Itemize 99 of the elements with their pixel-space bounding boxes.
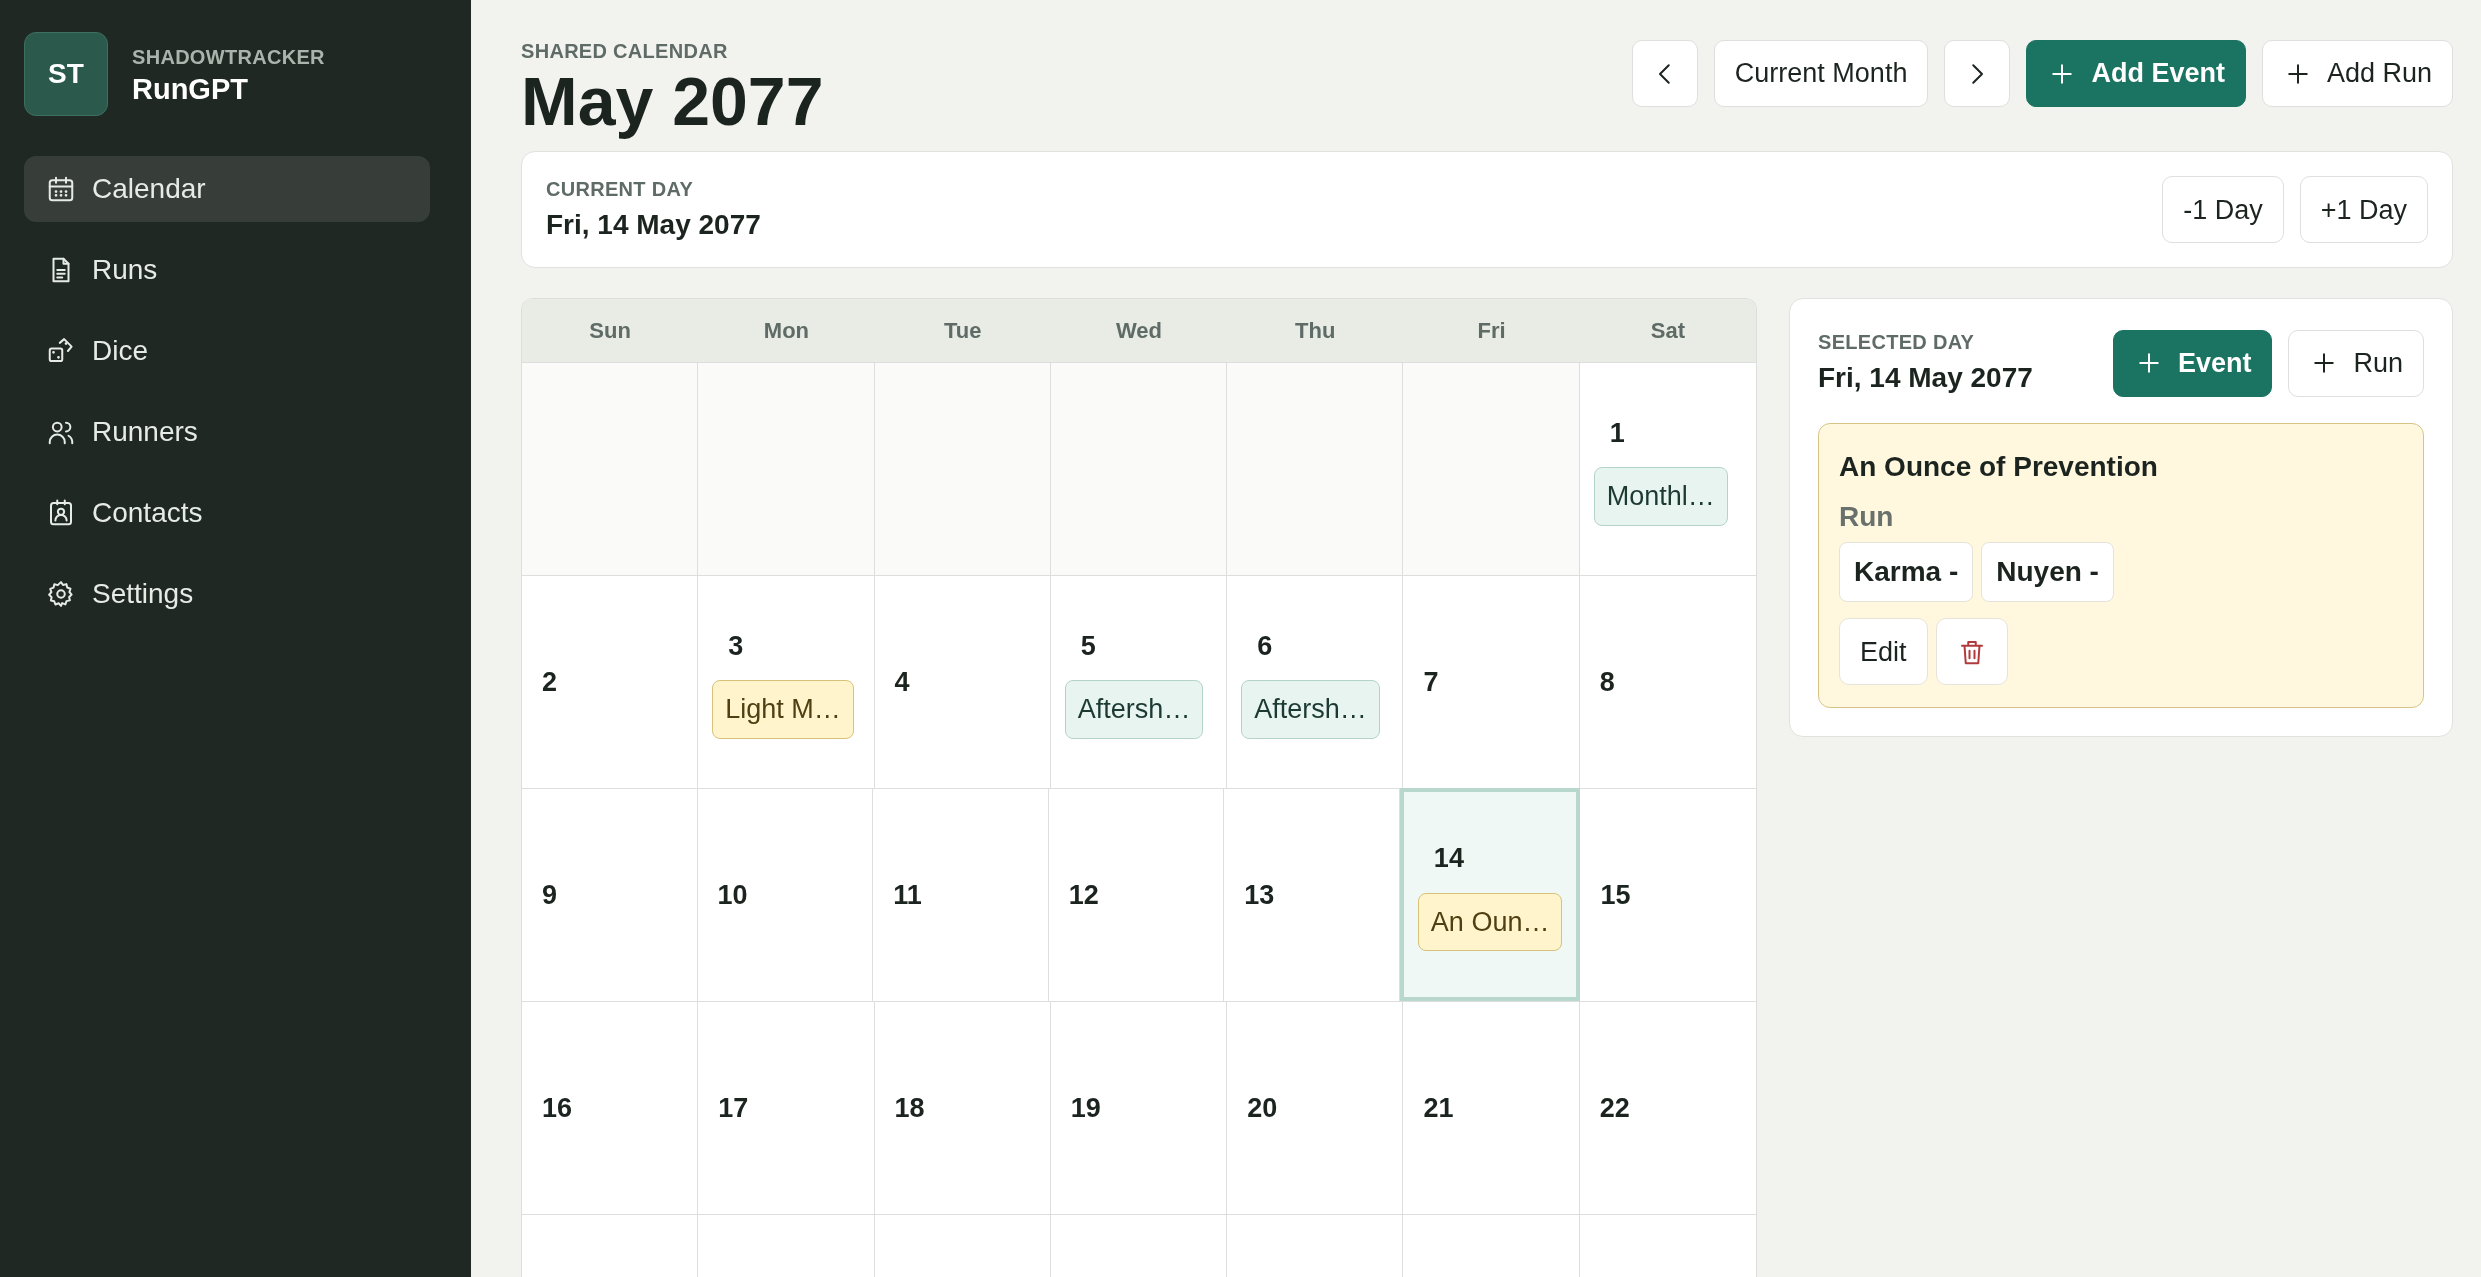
day-number: 6 <box>1256 629 1273 663</box>
edit-button[interactable]: Edit <box>1839 618 1928 686</box>
calendar-cell[interactable] <box>698 1214 875 1277</box>
calendar-cell[interactable]: 6 Aftersh… <box>1227 575 1404 789</box>
calendar-cell[interactable]: 1 Monthl… <box>1579 362 1756 576</box>
day-number: 2 <box>541 666 558 700</box>
weekday-label: Fri <box>1476 317 1507 346</box>
calendar-cell[interactable] <box>1403 362 1580 576</box>
calendar-cell[interactable]: 2 <box>522 575 699 789</box>
current-day-label: CURRENT DAY <box>546 176 695 202</box>
calendar-cell[interactable] <box>522 362 699 576</box>
day-number: 11 <box>892 879 922 913</box>
day-number: 1 <box>1608 416 1625 450</box>
calendar-cell[interactable] <box>698 362 875 576</box>
delete-button[interactable] <box>1935 618 2008 686</box>
current-month-button[interactable]: Current Month <box>1713 40 1929 107</box>
calendar-cell[interactable]: 14 An Oun… <box>1399 788 1581 1002</box>
day-number: 14 <box>1432 842 1464 876</box>
calendar-cell[interactable]: 4 <box>874 575 1051 789</box>
calendar-cell[interactable] <box>874 1214 1051 1277</box>
weekday-label: Tue <box>942 317 983 346</box>
calendar-cell[interactable]: 3 Light M… <box>698 575 875 789</box>
selected-date: Fri, 14 May 2077 <box>1818 361 2033 396</box>
calendar-cell[interactable] <box>522 1214 699 1277</box>
calendar-cell[interactable]: 11 <box>873 788 1049 1002</box>
calendar-cell[interactable]: 17 <box>698 1001 875 1215</box>
logo-badge: ST <box>24 32 108 116</box>
current-date: Fri, 14 May 2077 <box>546 207 761 242</box>
weekday-label: Wed <box>1114 317 1163 346</box>
add-event-button[interactable]: Add Event <box>2026 40 2246 107</box>
day-number: 12 <box>1067 879 1099 913</box>
event-chip[interactable]: Aftersh… <box>1064 680 1204 739</box>
day-number: 4 <box>893 666 910 700</box>
weekday-label: Sat <box>1649 317 1686 346</box>
calendar-cell[interactable]: 8 <box>1579 575 1756 789</box>
calendar-cell[interactable]: 16 <box>522 1001 699 1215</box>
event-title: An Ounce of Prevention <box>1839 450 2159 485</box>
page-title: May 2077 <box>521 66 824 138</box>
selected-day-label: SELECTED DAY <box>1818 330 1976 356</box>
day-number: 3 <box>727 629 744 663</box>
calendar-cell[interactable]: 20 <box>1227 1001 1404 1215</box>
day-number: 20 <box>1246 1092 1278 1126</box>
day-number: 13 <box>1243 879 1275 913</box>
calendar-cell[interactable]: 10 <box>697 788 874 1002</box>
calendar-cell[interactable]: 9 <box>522 788 698 1002</box>
day-number: 19 <box>1069 1092 1101 1126</box>
calendar-cell[interactable]: 13 <box>1224 788 1400 1002</box>
calendar-cell[interactable]: 5 Aftersh… <box>1050 575 1228 789</box>
day-number: 21 <box>1422 1092 1454 1126</box>
nav-item[interactable]: Calendar <box>24 156 430 222</box>
weekday-label: Thu <box>1294 317 1337 346</box>
settings-icon <box>46 579 76 609</box>
add-run-button[interactable]: Run <box>2288 329 2424 397</box>
calendar-cell[interactable] <box>1403 1214 1580 1277</box>
calendar-cell[interactable] <box>1227 362 1404 576</box>
nav-item[interactable]: Runners <box>24 399 430 465</box>
app-name: RunGPT <box>132 71 249 107</box>
day-number: 7 <box>1422 666 1439 700</box>
day-number: 17 <box>717 1092 749 1126</box>
brand-eyebrow: SHADOWTRACKER <box>132 44 325 70</box>
day-number: 18 <box>893 1092 925 1126</box>
calendar-cell[interactable]: 22 <box>1579 1001 1756 1215</box>
reward-tag: Karma - <box>1839 542 1974 603</box>
day-number: 8 <box>1598 666 1615 700</box>
previous-month-button[interactable] <box>1631 40 1698 107</box>
calendar-cell[interactable]: 12 <box>1048 788 1225 1002</box>
day-number: 9 <box>541 879 558 913</box>
calendar-cell[interactable] <box>1050 362 1228 576</box>
add-event-button[interactable]: Event <box>2112 329 2273 397</box>
nav-item[interactable]: Dice <box>24 318 430 384</box>
calendar-cell[interactable]: 15 <box>1580 788 1756 1002</box>
calendar-cell[interactable] <box>1227 1214 1404 1277</box>
add-run-button[interactable]: Add Run <box>2261 40 2453 107</box>
event-chip[interactable]: An Oun… <box>1417 892 1563 952</box>
weekday-label: Sun <box>588 317 632 346</box>
event-chip[interactable]: Light M… <box>712 680 854 739</box>
day-number: 10 <box>716 879 748 913</box>
nav-item[interactable]: Contacts <box>24 480 430 546</box>
event-chip[interactable]: Monthl… <box>1593 467 1728 526</box>
calendar-cell[interactable] <box>874 362 1051 576</box>
day-number: 16 <box>541 1092 573 1126</box>
day-number: 22 <box>1598 1092 1630 1126</box>
next-month-button[interactable] <box>1944 40 2011 107</box>
calendar-cell[interactable]: 19 <box>1050 1001 1228 1215</box>
reward-tag: Nuyen - <box>1981 542 2114 603</box>
day-number: 5 <box>1079 629 1096 663</box>
weekday-label: Mon <box>762 317 810 346</box>
calendar-cell[interactable]: 21 <box>1403 1001 1580 1215</box>
page-eyebrow: SHARED CALENDAR <box>521 39 729 64</box>
nav-item[interactable]: Runs <box>24 237 430 303</box>
day-step-button[interactable]: -1 Day <box>2162 176 2284 244</box>
day-step-button[interactable]: +1 Day <box>2299 176 2428 244</box>
calendar-cell[interactable] <box>1050 1214 1228 1277</box>
nav-item[interactable]: Settings <box>24 561 430 627</box>
event-chip[interactable]: Aftersh… <box>1241 680 1380 739</box>
event-type: Run <box>1839 500 1895 535</box>
calendar-icon <box>46 174 76 204</box>
day-number: 15 <box>1599 879 1631 913</box>
calendar-cell[interactable]: 18 <box>874 1001 1051 1215</box>
